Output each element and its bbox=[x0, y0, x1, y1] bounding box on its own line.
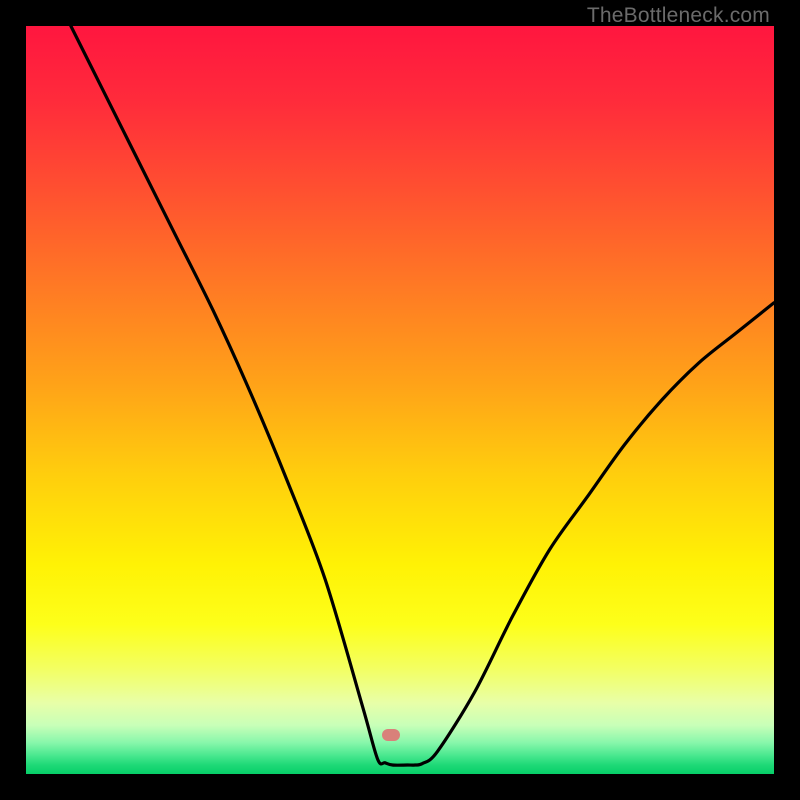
watermark-text: TheBottleneck.com bbox=[587, 4, 770, 28]
optimal-marker bbox=[382, 729, 400, 741]
bottleneck-curve bbox=[26, 26, 774, 774]
chart-frame: TheBottleneck.com bbox=[0, 0, 800, 800]
plot-area bbox=[26, 26, 774, 774]
